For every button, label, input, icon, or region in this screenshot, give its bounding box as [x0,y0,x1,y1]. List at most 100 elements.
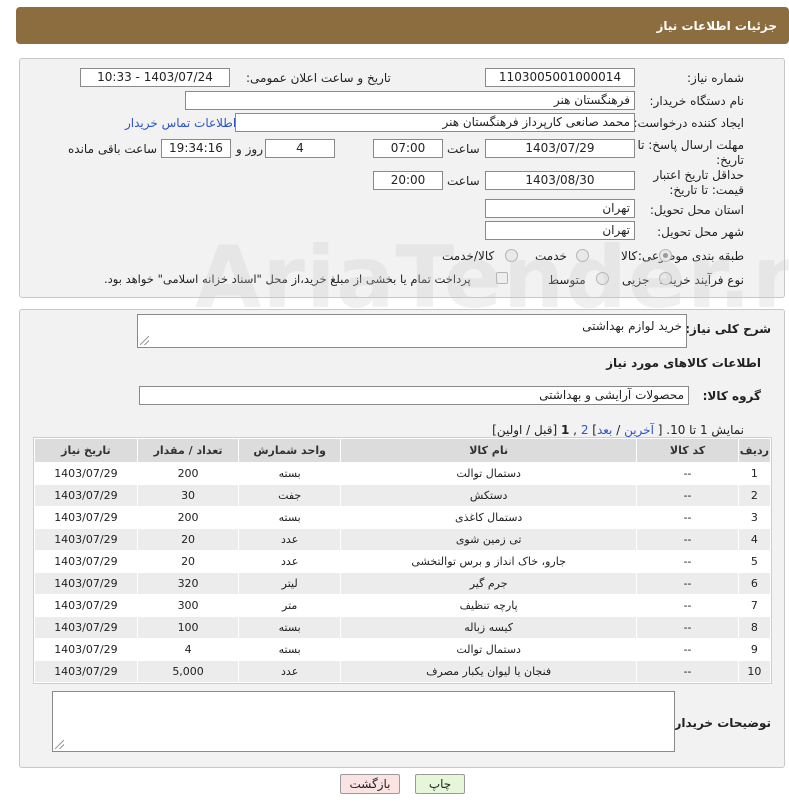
col-qty: تعداد / مقدار [136,438,240,463]
process-option-minor: جزیی [622,273,650,287]
process-radio-minor[interactable] [659,272,672,285]
category-radio-goods-service[interactable] [505,249,518,262]
cell-goods-name: دستمال توالت [339,462,638,485]
cell-unit: عدد [238,528,341,551]
col-name: نام کالا [339,438,638,463]
col-code: کد کالا [636,438,739,463]
table-row[interactable]: 5 -- جارو، خاک انداز و برس توالتخشی عدد 20 14… [34,550,772,573]
cell-goods-code: -- [636,572,739,595]
page-header: جزئیات اطلاعات نیاز [16,7,789,44]
pager-page-1: 1 [560,423,570,437]
cell-goods-name: جرم گیر [339,572,638,595]
table-row[interactable]: 8 -- کیسه زباله بسته 100 1403/07/29 [34,616,772,639]
cell-quantity: 20 [136,528,240,551]
buyer-org-field[interactable]: فرهنگستان هنر [185,91,635,110]
days-label: روز و [236,142,263,156]
pager-page-2[interactable]: 2 [581,423,589,437]
province-field[interactable]: تهران [485,199,635,218]
deadline-date-field[interactable]: 1403/07/29 [485,139,635,158]
cell-quantity: 100 [136,616,240,639]
process-label: نوع فرآیند خرید : [659,273,744,287]
cell-quantity: 320 [136,572,240,595]
cell-goods-code: -- [636,638,739,661]
deadline-time-label: ساعت [447,142,480,156]
cell-need-date: 1403/07/29 [34,528,138,551]
cell-row-index: 2 [737,484,772,507]
cell-quantity: 4 [136,638,240,661]
treasury-checkbox[interactable] [496,272,508,284]
cell-need-date: 1403/07/29 [34,550,138,573]
table-row[interactable]: 9 -- دستمال توالت بسته 4 1403/07/29 [34,638,772,661]
validity-label: حداقل تاریخ اعتبار قیمت: تا تاریخ: [653,168,744,197]
need-number-field[interactable]: 1103005001000014 [485,68,635,87]
goods-group-label: گروه کالا: [702,389,761,403]
cell-quantity: 300 [136,594,240,617]
cell-need-date: 1403/07/29 [34,638,138,661]
resize-grip-icon[interactable] [140,336,149,345]
goods-table-wrap: ردیف کد کالا نام کالا واحد شمارش تعداد /… [33,437,772,684]
payment-note: پرداخت تمام یا بخشی از مبلغ خرید،از محل … [104,272,471,286]
category-option-goods-service: کالا/خدمت [442,249,495,263]
table-row[interactable]: 10 -- فنجان یا لیوان یکبار مصرف عدد 5,000 140… [34,660,772,683]
cell-row-index: 5 [737,550,772,573]
goods-section-title: اطلاعات کالاهای مورد نیاز [606,356,761,370]
cell-row-index: 4 [737,528,772,551]
goods-group-field[interactable]: محصولات آرایشی و بهداشتی [139,386,689,405]
requester-field[interactable]: محمد صانعی کارپرداز فرهنگستان هنر [235,113,635,132]
pager-sep: / [612,423,625,437]
cell-row-index: 7 [737,594,772,617]
validity-date-field[interactable]: 1403/08/30 [485,171,635,190]
province-label: استان محل تحویل: [649,203,744,217]
announce-datetime-field[interactable]: 1403/07/24 - 10:33 [80,68,230,87]
cell-goods-name: پارچه تنظیف [339,594,638,617]
cell-unit: بسته [238,638,341,661]
back-button[interactable]: بازگشت [340,774,400,794]
category-option-goods: کالا [621,249,638,263]
category-label: طبقه بندی موضوعی: [637,249,744,263]
category-radio-goods[interactable] [659,249,672,262]
cell-goods-name: فنجان یا لیوان یکبار مصرف [339,660,638,683]
deadline-time-field[interactable]: 07:00 [373,139,443,158]
remaining-label: ساعت باقی مانده [68,142,158,156]
pager-next-link[interactable]: بعد [597,423,612,437]
cell-goods-code: -- [636,484,739,507]
cell-quantity: 20 [136,550,240,573]
cell-goods-code: -- [636,528,739,551]
table-row[interactable]: 3 -- دستمال کاغذی بسته 200 1403/07/29 [34,506,772,529]
cell-unit: عدد [238,550,341,573]
goods-table-header: ردیف کد کالا نام کالا واحد شمارش تعداد /… [34,438,772,463]
category-radio-service[interactable] [576,249,589,262]
cell-quantity: 200 [136,506,240,529]
buyer-contact-link[interactable]: اطلاعات تماس خریدار [125,116,236,130]
cell-row-index: 1 [737,462,772,485]
cell-unit: لیتر [238,572,341,595]
notes-textarea[interactable] [52,691,675,752]
table-row[interactable]: 6 -- جرم گیر لیتر 320 1403/07/29 [34,572,772,595]
validity-time-field[interactable]: 20:00 [373,171,443,190]
process-radio-medium[interactable] [596,272,609,285]
cell-need-date: 1403/07/29 [34,616,138,639]
cell-goods-name: تی زمین شوی [339,528,638,551]
cell-row-index: 6 [737,572,772,595]
summary-text: خرید لوازم بهداشتی [582,319,682,333]
buyer-org-label: نام دستگاه خریدار: [649,94,745,108]
goods-table: ردیف کد کالا نام کالا واحد شمارش تعداد /… [34,438,772,683]
cell-goods-code: -- [636,660,739,683]
resize-grip-icon[interactable] [55,740,64,749]
cell-goods-name: کیسه زباله [339,616,638,639]
cell-row-index: 9 [737,638,772,661]
table-row[interactable]: 4 -- تی زمین شوی عدد 20 1403/07/29 [34,528,772,551]
pager-comma: , [573,423,581,437]
page-title: جزئیات اطلاعات نیاز [656,18,777,33]
table-row[interactable]: 7 -- پارچه تنظیف متر 300 1403/07/29 [34,594,772,617]
table-row[interactable]: 1 -- دستمال توالت بسته 200 1403/07/29 [34,462,772,485]
remaining-time-field[interactable]: 19:34:16 [161,139,231,158]
print-button[interactable]: چاپ [415,774,465,794]
cell-goods-code: -- [636,550,739,573]
summary-textarea[interactable]: خرید لوازم بهداشتی [137,314,687,348]
pager-last-link[interactable]: آخرین [624,423,654,437]
city-field[interactable]: تهران [485,221,635,240]
table-row[interactable]: 2 -- دستکش جفت 30 1403/07/29 [34,484,772,507]
cell-need-date: 1403/07/29 [34,462,138,485]
days-remaining-field[interactable]: 4 [265,139,335,158]
